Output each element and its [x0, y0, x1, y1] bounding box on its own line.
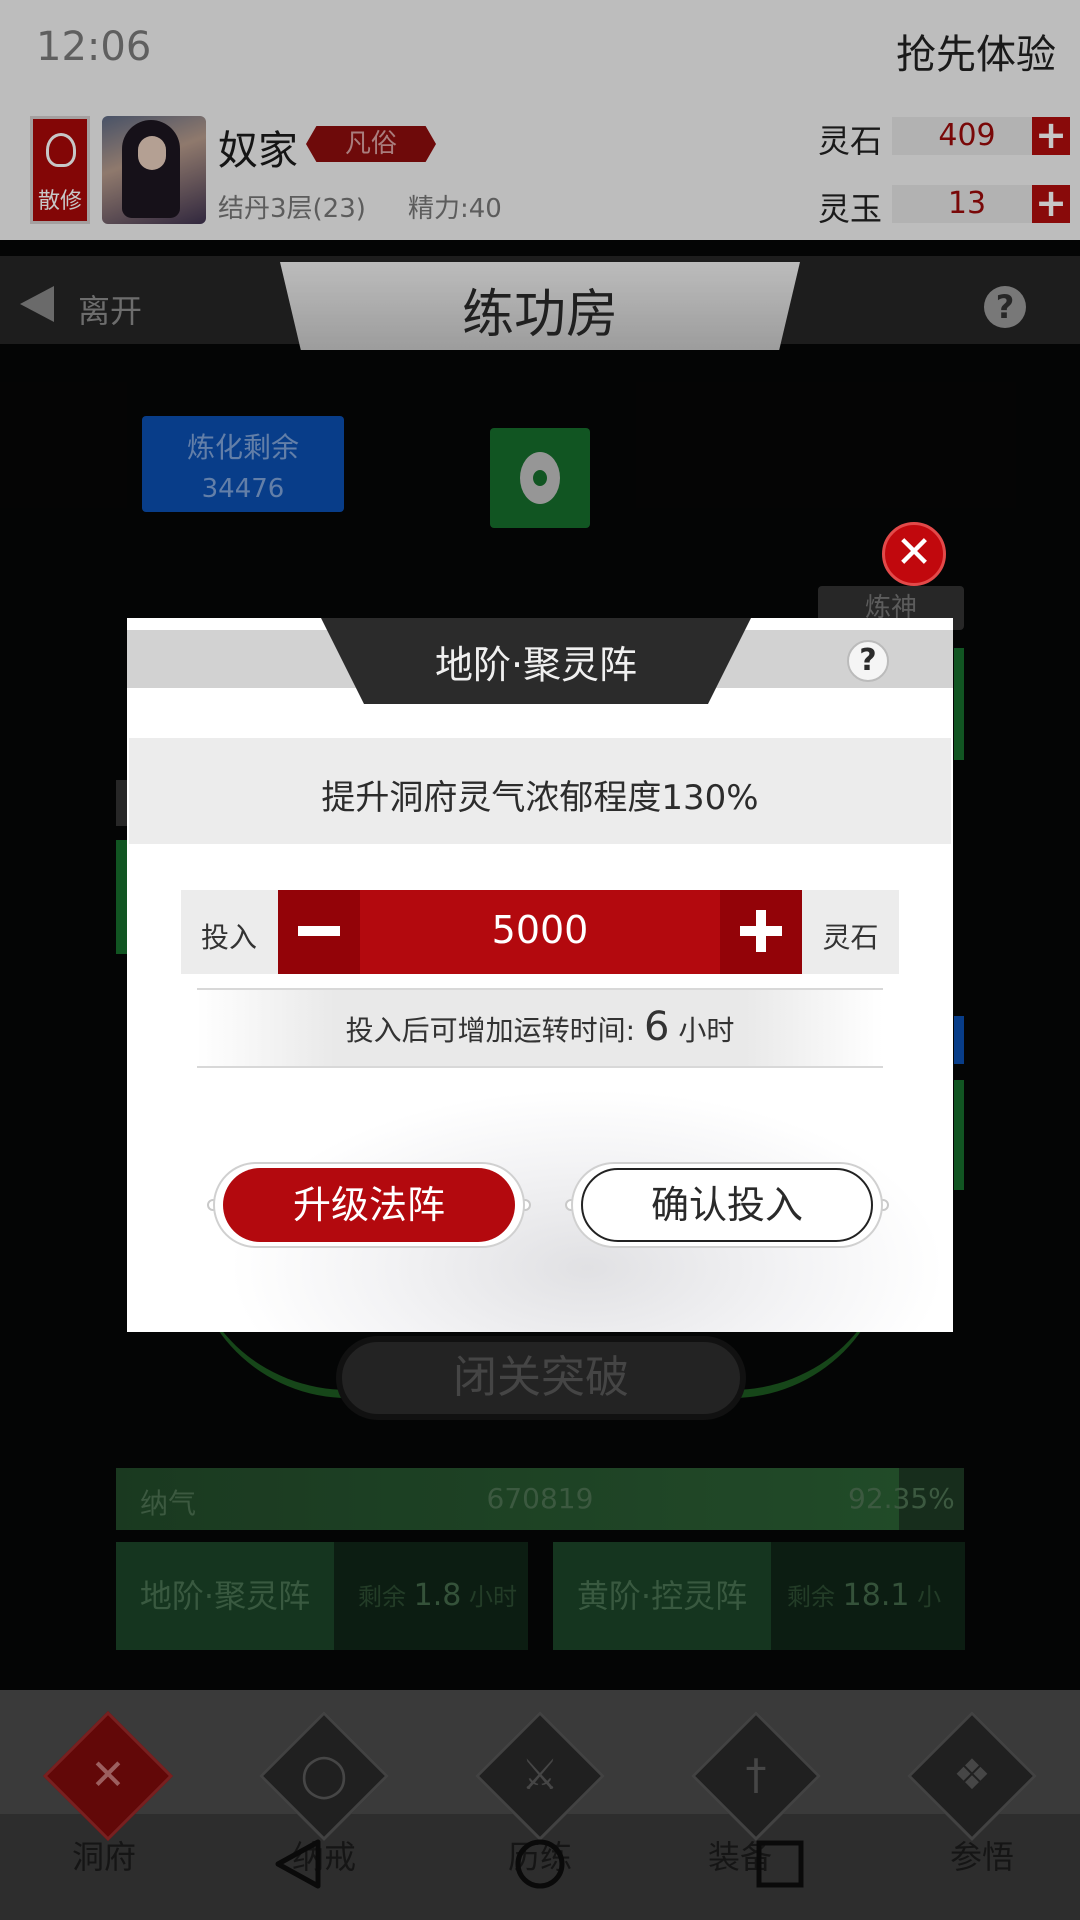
- runtime-hours: 6: [643, 1004, 670, 1050]
- minus-icon: [298, 926, 340, 936]
- dialog-help-button[interactable]: ?: [847, 640, 889, 682]
- array-invest-dialog: 地阶·聚灵阵 ? 提升洞府灵气浓郁程度130% 投入 5000 灵石 投入后可增…: [127, 618, 953, 1332]
- upgrade-array-button[interactable]: 升级法阵: [223, 1168, 515, 1242]
- runtime-prefix: 投入后可增加运转时间:: [345, 1014, 636, 1047]
- invest-amount-value[interactable]: 5000: [360, 908, 720, 952]
- runtime-info: 投入后可增加运转时间: 6 小时: [197, 1004, 883, 1050]
- invest-unit-label: 灵石: [822, 921, 879, 954]
- runtime-unit: 小时: [678, 1014, 735, 1047]
- invest-label: 投入: [200, 921, 257, 954]
- confirm-invest-button[interactable]: 确认投入: [581, 1168, 873, 1242]
- plus-icon-vertical: [756, 910, 766, 952]
- close-icon[interactable]: ✕: [882, 522, 946, 586]
- dialog-title: 地阶·聚灵阵: [434, 643, 638, 687]
- array-effect-description: 提升洞府灵气浓郁程度130%: [321, 778, 759, 818]
